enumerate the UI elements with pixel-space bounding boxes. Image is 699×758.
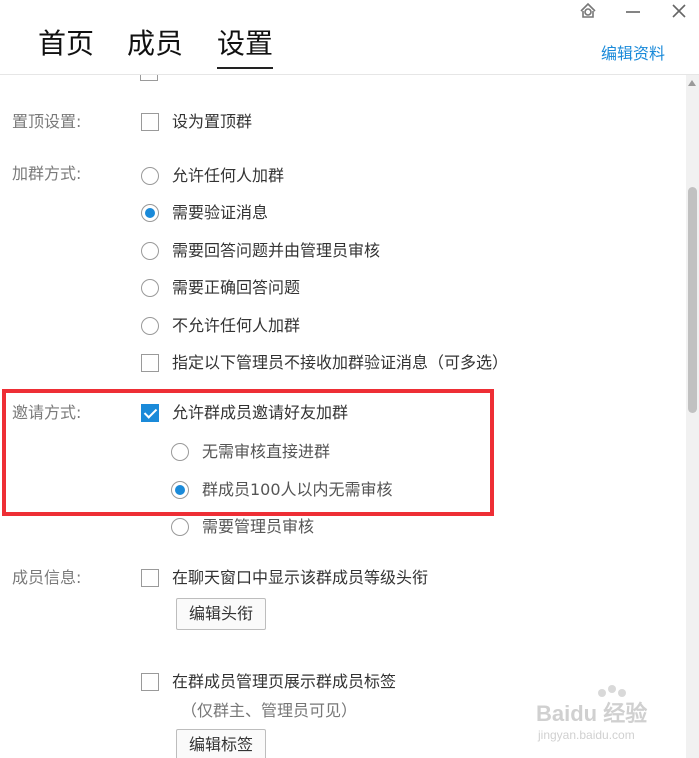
checkbox[interactable] [140, 75, 158, 81]
tags-note: （仅群主、管理员可见） [181, 701, 358, 720]
radio-button[interactable] [171, 443, 189, 461]
join-label: 加群方式: [12, 164, 82, 183]
tab-settings[interactable]: 设置 [217, 24, 274, 69]
edit-tags-button[interactable]: 编辑标签 [176, 729, 267, 758]
tab-home[interactable]: 首页 [38, 24, 94, 64]
pin-label: 置顶设置: [12, 112, 82, 131]
admin-exclude-checkbox[interactable] [141, 354, 159, 372]
invite-under-100-option[interactable]: 群成员100人以内无需审核 [171, 477, 393, 503]
close-icon[interactable] [667, 0, 691, 22]
skin-icon[interactable] [576, 0, 600, 22]
invite-admin-review-option[interactable]: 需要管理员审核 [171, 514, 314, 540]
pin-checkbox[interactable] [141, 113, 159, 131]
radio-button[interactable] [141, 242, 159, 260]
member-info-label: 成员信息: [12, 568, 82, 587]
cut-option[interactable] [140, 75, 171, 85]
invite-allow-checkbox[interactable] [141, 404, 159, 422]
join-option-correct-answer[interactable]: 需要正确回答问题 [141, 275, 300, 301]
show-rank-checkbox[interactable] [141, 569, 159, 587]
radio-button[interactable] [171, 518, 189, 536]
show-tags-checkbox[interactable] [141, 673, 159, 691]
radio-button-selected[interactable] [171, 481, 189, 499]
edit-rank-button[interactable]: 编辑头衔 [176, 598, 267, 630]
scroll-up-arrow-icon[interactable] [688, 80, 696, 86]
join-option-question-admin[interactable]: 需要回答问题并由管理员审核 [141, 238, 380, 264]
radio-button-selected[interactable] [141, 204, 159, 222]
baidu-watermark-logo: Baidu 经验 jingyan.baidu.com [532, 683, 662, 743]
top-bar: 首页 成员 设置 编辑资料 [0, 0, 699, 75]
tab-members[interactable]: 成员 [127, 24, 183, 64]
edit-profile-link[interactable]: 编辑资料 [601, 40, 665, 64]
pin-option[interactable]: 设为置顶群 [141, 109, 252, 135]
radio-button[interactable] [141, 279, 159, 297]
admin-exclude-option[interactable]: 指定以下管理员不接收加群验证消息（可多选） [141, 350, 508, 376]
scroll-thumb[interactable] [688, 187, 697, 413]
invite-allow-option[interactable]: 允许群成员邀请好友加群 [141, 400, 348, 426]
radio-button[interactable] [141, 167, 159, 185]
vertical-scrollbar[interactable] [686, 75, 699, 758]
join-option-nobody[interactable]: 不允许任何人加群 [141, 313, 300, 339]
settings-panel: 置顶设置: 设为置顶群 加群方式: 允许任何人加群 需要验证消息 需要回答问题并… [0, 75, 686, 758]
radio-button[interactable] [141, 317, 159, 335]
watermark-brand: Baidu 经验 [536, 701, 647, 726]
invite-label: 邀请方式: [12, 403, 82, 422]
show-rank-option[interactable]: 在聊天窗口中显示该群成员等级头衔 [141, 565, 428, 591]
join-option-anyone[interactable]: 允许任何人加群 [141, 163, 284, 189]
watermark-url: jingyan.baidu.com [537, 728, 635, 742]
show-tags-option[interactable]: 在群成员管理页展示群成员标签 [141, 669, 396, 695]
invite-no-review-option[interactable]: 无需审核直接进群 [171, 439, 330, 465]
minimize-icon[interactable] [621, 0, 645, 22]
join-option-verify[interactable]: 需要验证消息 [141, 200, 268, 226]
